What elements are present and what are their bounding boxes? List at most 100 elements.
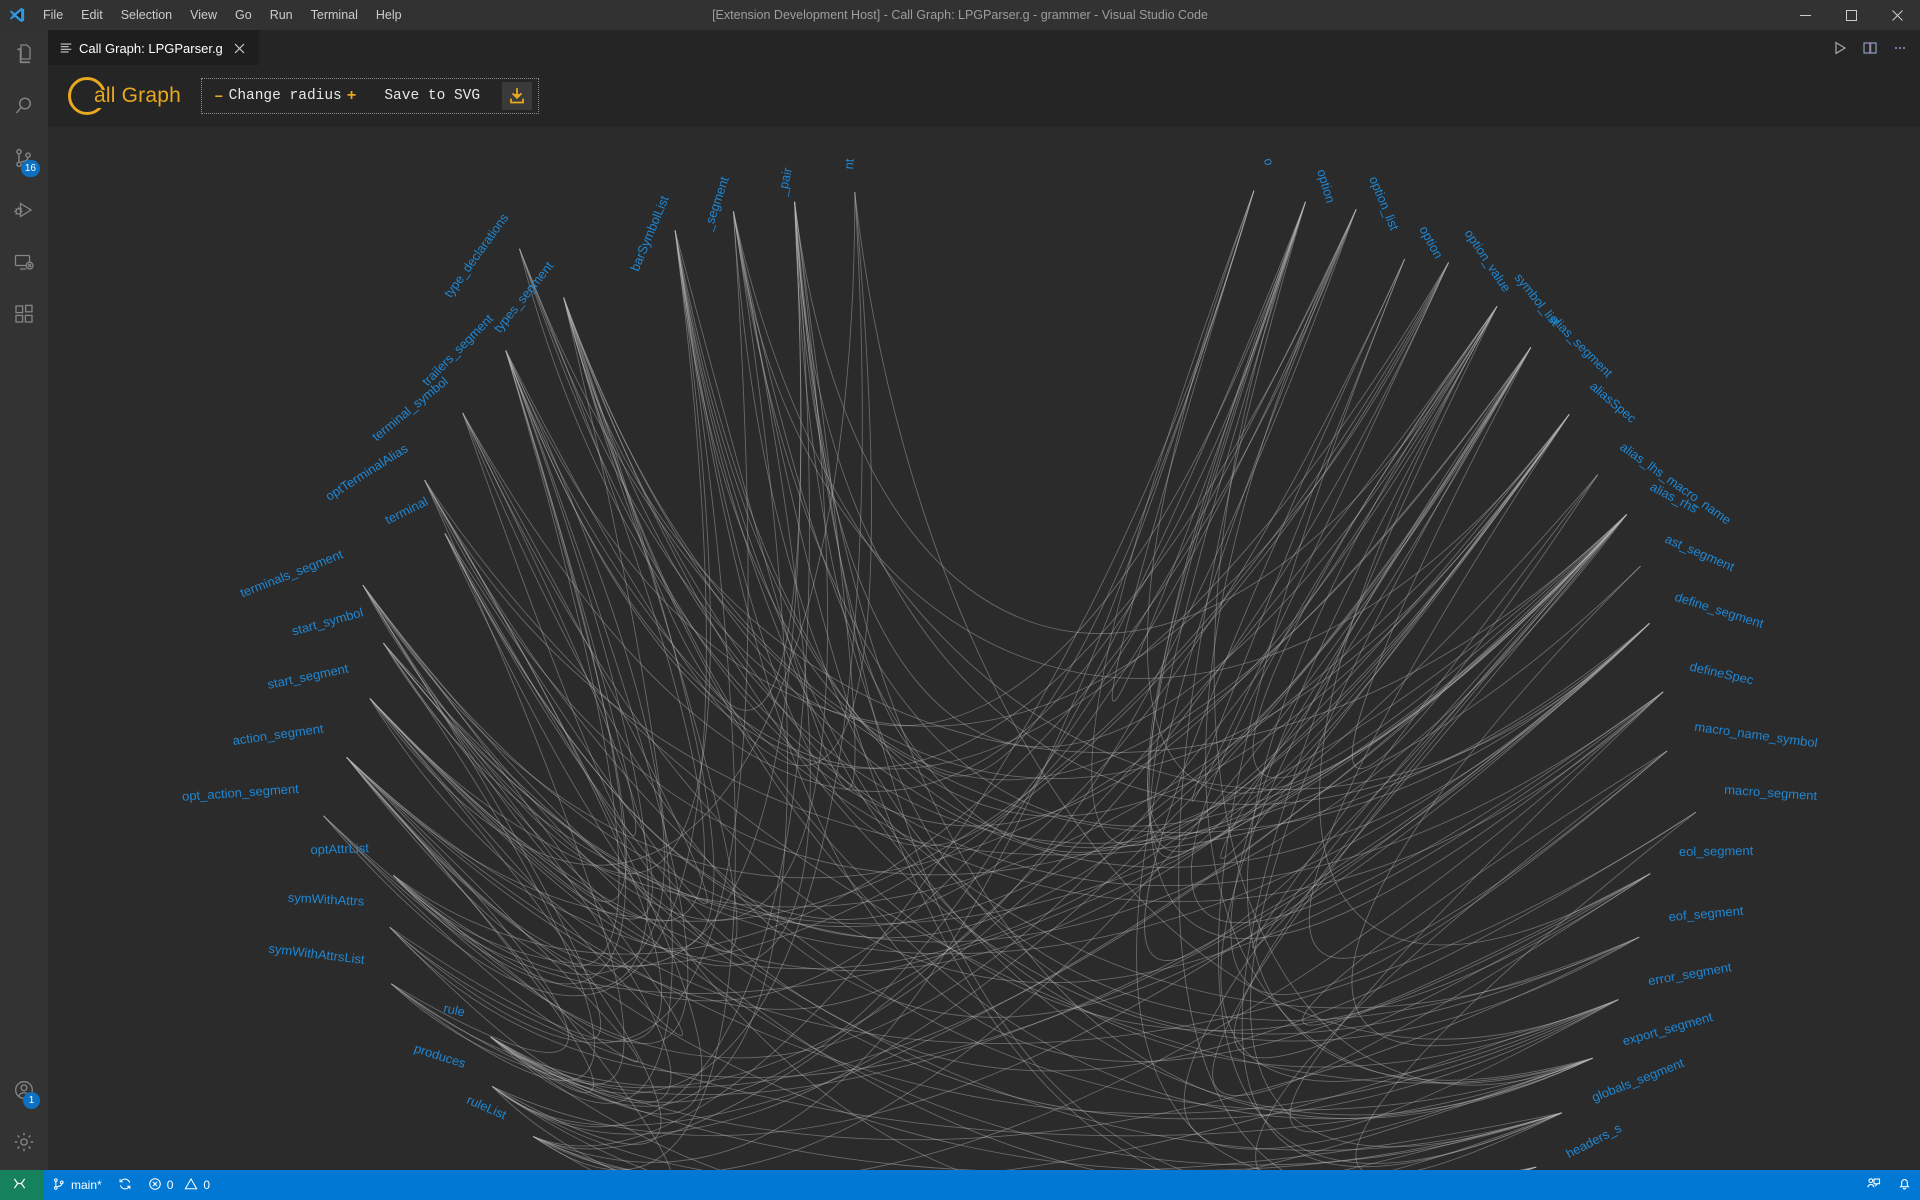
graph-node-label[interactable]: _pair [774,166,795,198]
call-graph-canvas[interactable]: type_declarations barSymbolList _segment _p… [48,127,1920,1170]
status-remote-indicator[interactable] [0,1170,44,1200]
radius-increase-button[interactable]: + [345,87,359,105]
vscode-logo-icon [0,0,34,30]
window-maximize-button[interactable] [1828,0,1874,30]
split-editor-button[interactable] [1856,34,1884,62]
graph-node-label[interactable]: error_segment [1647,959,1733,988]
graph-node-label[interactable]: defineSpec [1688,659,1755,688]
editor-actions [1826,30,1914,65]
graph-node-label[interactable]: symWithAttrs [288,890,365,909]
graph-node-label[interactable]: barSymbolList [627,193,672,273]
graph-edges [324,191,1696,1170]
status-feedback[interactable] [1858,1170,1889,1200]
graph-node-label[interactable]: option_list [1366,174,1402,233]
graph-edge [324,350,649,988]
graph-node-label[interactable]: start_symbol [290,605,365,639]
menu-item-run[interactable]: Run [261,0,302,30]
status-branch[interactable]: main* [44,1170,110,1200]
graph-edge [363,585,1650,954]
menu-item-selection[interactable]: Selection [112,0,181,30]
sidebar-item-remote-explorer[interactable] [0,238,48,290]
menu-item-file[interactable]: File [34,0,72,30]
status-problems[interactable]: 0 0 [140,1170,218,1200]
graph-edge [1149,202,1663,939]
graph-node-label[interactable]: terminal [382,494,430,528]
graph-node-label[interactable]: option [1314,167,1338,204]
call-graph-svg[interactable]: type_declarations barSymbolList _segment _p… [48,127,1920,1170]
graph-node-label[interactable]: option [1416,224,1446,261]
graph-node-label[interactable]: eof_segment [1668,903,1745,924]
graph-node-label[interactable]: _segment [700,174,733,233]
menu-item-help[interactable]: Help [367,0,411,30]
graph-node-label[interactable]: optAttrList [310,840,369,857]
call-graph-webview: all Graph – Change radius + Save to SVG [48,65,1920,1170]
sidebar-item-source-control[interactable]: 16 [0,134,48,186]
graph-node-label[interactable]: opt_action_segment [182,781,300,804]
preview-icon [59,41,73,55]
graph-node-label[interactable]: terminals_segment [238,546,346,600]
gear-icon [12,1130,36,1159]
tab-call-graph[interactable]: Call Graph: LPGParser.g [48,30,260,65]
graph-node-label[interactable]: option_value [1461,227,1514,295]
sidebar-item-search[interactable] [0,82,48,134]
window-close-button[interactable] [1874,0,1920,30]
graph-node-label[interactable]: alias_lhs_macro_name [1617,439,1734,527]
graph-edge [1206,209,1593,1083]
graph-node-label[interactable]: aliasSpec [1587,379,1640,426]
call-graph-controls: – Change radius + Save to SVG [201,78,539,114]
graph-node-label[interactable]: headers_s [1563,1120,1624,1161]
sidebar-item-extensions[interactable] [0,290,48,342]
radius-decrease-button[interactable]: – [212,87,226,105]
graph-node-label[interactable]: trailers_segment [419,311,497,389]
title-bar: File Edit Selection View Go Run Terminal… [0,0,1920,30]
tab-label: Call Graph: LPGParser.g [79,41,223,56]
graph-node-label[interactable]: action_segment [232,721,325,748]
menu-item-go[interactable]: Go [226,0,261,30]
sidebar-item-manage[interactable] [0,1118,48,1170]
sidebar-item-explorer[interactable] [0,30,48,82]
sidebar-item-accounts[interactable]: 1 [0,1066,48,1118]
graph-node-label[interactable]: symWithAttrsList [268,941,366,967]
menu-item-terminal[interactable]: Terminal [302,0,367,30]
graph-node-label[interactable]: macro_name_symbol [1694,719,1819,750]
graph-node-label[interactable]: terminal_symbol [369,374,451,444]
close-icon[interactable] [231,39,249,57]
graph-node-label[interactable]: ast_segment [1663,531,1737,574]
graph-edge [795,202,1593,1119]
graph-node-label[interactable]: globals_segment [1589,1055,1686,1105]
graph-node-label[interactable]: alias_segment [1547,311,1616,380]
graph-edge [391,623,1649,1094]
graph-node-label[interactable]: macro_segment [1724,782,1818,803]
graph-node-label[interactable]: define_segment [1673,589,1766,631]
graph-edge [506,209,1356,768]
graph-node-label[interactable]: eol_segment [1679,843,1754,859]
call-graph-title: all Graph [94,84,181,108]
graph-node-label[interactable]: optTerminalAlias [323,441,411,504]
graph-node-label[interactable]: nt [841,157,857,169]
window-minimize-button[interactable] [1782,0,1828,30]
graph-node-label[interactable]: rule [442,1000,466,1019]
graph-node-label[interactable]: type_declarations [441,211,512,300]
menu-item-view[interactable]: View [181,0,226,30]
graph-node-label[interactable]: produces [412,1041,467,1071]
graph-node-label[interactable]: types_segment [490,258,556,335]
graph-edge [491,211,788,1106]
status-sync[interactable] [110,1170,140,1200]
sidebar-item-run-and-debug[interactable] [0,186,48,238]
extensions-icon [12,302,36,331]
call-graph-brand: all Graph [66,77,181,115]
graph-node-label[interactable]: export_segment [1621,1009,1715,1048]
menu-item-edit[interactable]: Edit [72,0,112,30]
save-to-svg-button[interactable]: Save to SVG [376,88,488,104]
remote-explorer-icon [12,250,36,279]
run-button[interactable] [1826,34,1854,62]
graph-node-label[interactable]: o [1261,157,1277,166]
change-radius-label: Change radius [229,88,342,104]
more-actions-button[interactable] [1886,34,1914,62]
graph-node-label[interactable]: start_segment [266,661,350,692]
status-notifications[interactable] [1889,1170,1920,1200]
download-icon[interactable] [502,82,532,110]
graph-edge [491,262,1449,1087]
graph-edge [1151,202,1531,858]
graph-edge [1309,414,1667,958]
